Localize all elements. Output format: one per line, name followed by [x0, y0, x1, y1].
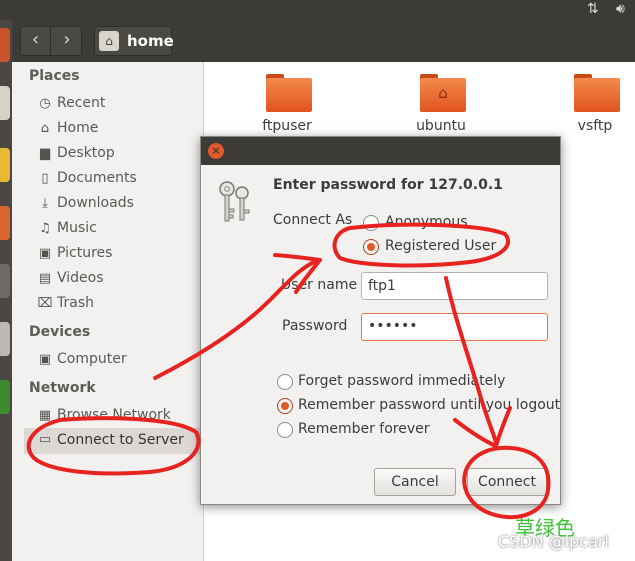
network-icon: ▦ — [38, 408, 52, 423]
download-icon: ⤓ — [42, 196, 48, 211]
keys-icon — [219, 181, 250, 222]
folder-name: vsftp — [577, 118, 613, 134]
sidebar-item-videos[interactable]: ▤ Videos — [36, 269, 201, 291]
volume-icon[interactable]: 🔊︎ — [616, 1, 625, 17]
music-note-icon: ♫ — [39, 221, 51, 236]
sidebar-item-music[interactable]: ♫ Music — [36, 219, 201, 241]
launcher-app-icon[interactable] — [0, 206, 10, 240]
sidebar: Places ◷ Recent ⌂ Home ▆ Desktop ▯ Docum… — [12, 62, 204, 561]
sidebar-item-label: Music — [57, 220, 97, 236]
path-bar-home[interactable]: ⌂ home — [94, 26, 174, 56]
folder-item-vsftp[interactable]: vsftp — [550, 62, 635, 134]
launcher-app-icon[interactable] — [0, 28, 10, 62]
remember-forever-radio[interactable] — [277, 422, 293, 438]
remember-until-logout-label[interactable]: Remember password until you logout — [298, 397, 560, 413]
file-manager-toolbar: ‹ › ⌂ home — [12, 20, 635, 62]
cancel-button[interactable]: Cancel — [374, 468, 456, 496]
dialog-titlebar: × — [201, 137, 560, 165]
sidebar-item-label: Connect to Server — [57, 432, 184, 448]
anonymous-radio[interactable] — [363, 215, 379, 231]
history-nav: ‹ › — [20, 26, 82, 56]
watermark-csdn: CSDN @lpcarl — [498, 532, 609, 551]
forget-immediately-radio[interactable] — [277, 374, 293, 390]
top-panel: ⇅ 🔊︎ — [0, 0, 635, 20]
folder-item-ubuntu[interactable]: ⌂ ubuntu — [396, 62, 486, 134]
sidebar-item-downloads[interactable]: ⤓ Downloads — [36, 194, 201, 216]
path-label: home — [127, 32, 174, 50]
close-icon[interactable]: × — [208, 143, 224, 159]
folder-icon — [574, 74, 620, 112]
devices-heading: Devices — [29, 324, 91, 340]
anonymous-label[interactable]: Anonymous — [385, 214, 468, 230]
connect-as-label: Connect As — [273, 212, 353, 228]
sidebar-item-label: Computer — [57, 351, 127, 367]
forward-button[interactable]: › — [52, 27, 82, 55]
trash-icon: ⌧ — [37, 296, 53, 311]
registered-user-radio[interactable] — [363, 239, 379, 255]
sidebar-item-label: Browse Network — [57, 407, 171, 423]
launcher — [0, 20, 12, 561]
password-field[interactable]: •••••• — [361, 313, 548, 341]
username-field[interactable] — [361, 272, 548, 300]
sidebar-item-documents[interactable]: ▯ Documents — [36, 169, 201, 191]
remember-forever-label[interactable]: Remember forever — [298, 421, 430, 437]
launcher-app-icon[interactable] — [0, 264, 10, 298]
sidebar-item-label: Desktop — [57, 145, 115, 161]
dialog-title: Enter password for 127.0.0.1 — [273, 177, 503, 193]
home-icon: ⌂ — [40, 121, 50, 136]
sidebar-item-label: Home — [57, 120, 99, 136]
chevron-left-icon: ‹ — [31, 29, 40, 50]
home-folder-icon: ⌂ — [99, 31, 119, 51]
back-button[interactable]: ‹ — [21, 27, 51, 55]
drive-icon: ▣ — [38, 352, 52, 367]
sidebar-item-label: Pictures — [57, 245, 113, 261]
launcher-app-icon[interactable] — [0, 322, 10, 356]
sidebar-item-label: Recent — [57, 95, 106, 111]
sidebar-item-recent[interactable]: ◷ Recent — [36, 94, 201, 116]
launcher-app-icon[interactable] — [0, 148, 10, 182]
network-updown-icon[interactable]: ⇅ — [587, 1, 599, 17]
launcher-app-icon[interactable] — [0, 86, 10, 120]
network-heading: Network — [29, 380, 96, 396]
launcher-app-icon[interactable] — [0, 380, 10, 414]
sidebar-item-pictures[interactable]: ▣ Pictures — [36, 244, 201, 266]
folder-name: ubuntu — [416, 118, 466, 134]
password-label: Password — [282, 318, 348, 334]
folder-item-ftpuser[interactable]: ftpuser — [242, 62, 332, 134]
username-label: User name — [281, 277, 358, 293]
forget-immediately-label[interactable]: Forget password immediately — [298, 373, 505, 389]
sidebar-item-desktop[interactable]: ▆ Desktop — [36, 144, 201, 166]
desktop-folder-icon: ▆ — [40, 146, 50, 161]
sidebar-item-label: Videos — [57, 270, 104, 286]
camera-icon: ▣ — [38, 246, 52, 261]
folder-name: ftpuser — [262, 118, 312, 134]
sidebar-item-home[interactable]: ⌂ Home — [36, 119, 201, 141]
sidebar-item-connect-to-server[interactable]: ▭ Connect to Server — [24, 428, 204, 454]
clock-icon: ◷ — [39, 96, 51, 111]
connect-button[interactable]: Connect — [467, 468, 547, 496]
password-dialog: × Enter password for 127.0.0.1 Connect A… — [200, 136, 561, 505]
folder-icon — [266, 74, 312, 112]
sidebar-item-browse-network[interactable]: ▦ Browse Network — [36, 406, 201, 428]
places-heading: Places — [29, 68, 80, 84]
film-icon: ▤ — [38, 271, 52, 286]
remember-until-logout-radio[interactable] — [277, 398, 293, 414]
sidebar-item-label: Documents — [57, 170, 137, 186]
sidebar-item-computer[interactable]: ▣ Computer — [36, 350, 201, 372]
sidebar-item-label: Trash — [57, 295, 94, 311]
document-icon: ▯ — [41, 171, 49, 186]
chevron-right-icon: › — [63, 29, 71, 50]
registered-user-label[interactable]: Registered User — [385, 238, 496, 254]
sidebar-item-label: Downloads — [57, 195, 134, 211]
sidebar-item-trash[interactable]: ⌧ Trash — [36, 294, 201, 316]
home-folder-icon: ⌂ — [420, 74, 466, 112]
server-icon: ▭ — [38, 432, 52, 447]
